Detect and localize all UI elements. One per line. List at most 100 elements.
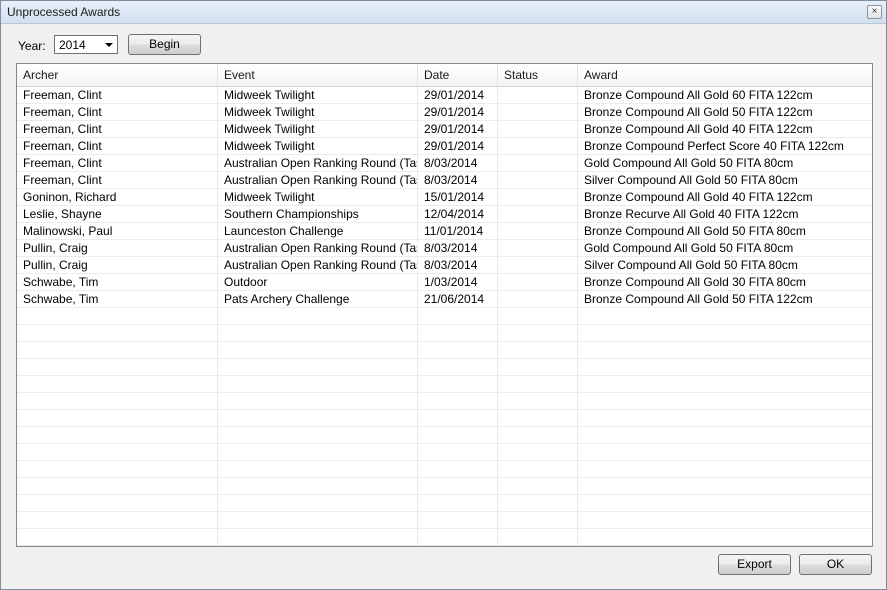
cell-archer: Freeman, Clint: [17, 121, 218, 137]
table-row[interactable]: Freeman, Clint Midweek Twilight 29/01/2014…: [17, 121, 872, 138]
cell-event: [218, 461, 418, 477]
table-row[interactable]: Freeman, Clint Australian Open Ranking Ro…: [17, 172, 872, 189]
cell-date: [418, 427, 498, 443]
cell-event: Outdoor: [218, 274, 418, 290]
column-header-archer[interactable]: Archer: [17, 64, 218, 86]
table-row[interactable]: Freeman, Clint Midweek Twilight 29/01/2014…: [17, 104, 872, 121]
close-icon[interactable]: ×: [867, 5, 882, 19]
table-row[interactable]: Leslie, Shayne Southern Championships 12/0…: [17, 206, 872, 223]
table-row[interactable]: [17, 393, 872, 410]
cell-date: 8/03/2014: [418, 172, 498, 188]
cell-status: [498, 376, 578, 392]
table-row[interactable]: [17, 495, 872, 512]
cell-award: Bronze Recurve All Gold 40 FITA 122cm: [584, 207, 799, 221]
cell-date: [418, 359, 498, 375]
column-header-date[interactable]: Date: [418, 64, 498, 86]
table-row[interactable]: [17, 342, 872, 359]
cell-event: Midweek Twilight: [218, 138, 418, 154]
cell-date: 8/03/2014: [418, 240, 498, 256]
cell-award: [578, 529, 872, 545]
cell-event: [218, 359, 418, 375]
cell-award: [578, 342, 872, 358]
cell-event: Midweek Twilight: [218, 189, 418, 205]
table-row[interactable]: Pullin, Craig Australian Open Ranking Rou…: [17, 257, 872, 274]
cell-archer: [17, 427, 218, 443]
cell-status: [498, 478, 578, 494]
table-row[interactable]: [17, 376, 872, 393]
cell-award: Bronze Compound All Gold 40 FITA 122cm: [584, 122, 813, 136]
table-row[interactable]: Schwabe, Tim Pats Archery Challenge 21/06/…: [17, 291, 872, 308]
cell-event: Midweek Twilight: [218, 87, 418, 103]
table-row[interactable]: [17, 410, 872, 427]
cell-date: 11/01/2014: [418, 223, 498, 239]
cell-date: 21/06/2014: [418, 291, 498, 307]
chevron-down-icon[interactable]: [105, 43, 113, 47]
column-header-event[interactable]: Event: [218, 64, 418, 86]
cell-archer: Freeman, Clint: [17, 138, 218, 154]
table-row[interactable]: [17, 529, 872, 546]
cell-event: Pats Archery Challenge: [218, 291, 418, 307]
cell-archer: Pullin, Craig: [17, 240, 218, 256]
cell-archer: Leslie, Shayne: [17, 206, 218, 222]
begin-button[interactable]: Begin: [128, 34, 201, 55]
table-row[interactable]: Freeman, Clint Australian Open Ranking Ro…: [17, 155, 872, 172]
cell-date: [418, 461, 498, 477]
cell-status: [498, 138, 578, 154]
export-button[interactable]: Export: [718, 554, 791, 575]
cell-event: [218, 444, 418, 460]
ok-button[interactable]: OK: [799, 554, 872, 575]
cell-archer: [17, 325, 218, 341]
cell-award: [578, 512, 872, 528]
cell-event: Australian Open Ranking Round (Tas...: [218, 155, 418, 171]
cell-event: Midweek Twilight: [218, 104, 418, 120]
table-row[interactable]: [17, 461, 872, 478]
cell-archer: Freeman, Clint: [17, 155, 218, 171]
table-row[interactable]: Schwabe, Tim Outdoor 1/03/2014 Bronze Compo…: [17, 274, 872, 291]
table-row[interactable]: Goninon, Richard Midweek Twilight 15/01/20…: [17, 189, 872, 206]
cell-date: [418, 512, 498, 528]
cell-date: 15/01/2014: [418, 189, 498, 205]
cell-status: [498, 410, 578, 426]
cell-date: 29/01/2014: [418, 121, 498, 137]
cell-archer: Goninon, Richard: [17, 189, 218, 205]
table-row[interactable]: [17, 359, 872, 376]
cell-archer: [17, 342, 218, 358]
cell-event: [218, 478, 418, 494]
cell-event: [218, 427, 418, 443]
cell-date: [418, 325, 498, 341]
cell-event: [218, 308, 418, 324]
cell-award: Gold Compound All Gold 50 FITA 80cm: [584, 241, 794, 255]
column-header-status[interactable]: Status: [498, 64, 578, 86]
cell-date: 1/03/2014: [418, 274, 498, 290]
table-row[interactable]: [17, 427, 872, 444]
table-row[interactable]: [17, 478, 872, 495]
title-bar[interactable]: Unprocessed Awards ×: [1, 1, 886, 24]
cell-award: Gold Compound All Gold 50 FITA 80cm: [584, 156, 794, 170]
cell-status: [498, 495, 578, 511]
year-dropdown[interactable]: 2014: [54, 35, 118, 54]
cell-award: [578, 427, 872, 443]
cell-event: [218, 512, 418, 528]
table-header: Archer Event Date Status Award: [17, 64, 872, 87]
column-header-award[interactable]: Award: [578, 64, 872, 86]
cell-award: Bronze Compound All Gold 50 FITA 80cm: [584, 224, 806, 238]
table-row[interactable]: Pullin, Craig Australian Open Ranking Rou…: [17, 240, 872, 257]
table-row[interactable]: [17, 512, 872, 529]
table-row[interactable]: [17, 325, 872, 342]
awards-table[interactable]: Archer Event Date Status Award Freeman, …: [16, 63, 873, 547]
cell-status: [498, 189, 578, 205]
cell-award: [578, 461, 872, 477]
cell-archer: [17, 410, 218, 426]
cell-archer: Freeman, Clint: [17, 87, 218, 103]
cell-event: [218, 342, 418, 358]
table-row[interactable]: Freeman, Clint Midweek Twilight 29/01/2014…: [17, 138, 872, 155]
cell-status: [498, 359, 578, 375]
unprocessed-awards-window: Unprocessed Awards × Year: 2014 Begin Ar…: [0, 0, 887, 590]
cell-date: 8/03/2014: [418, 257, 498, 273]
table-row[interactable]: Malinowski, Paul Launceston Challenge 11/0…: [17, 223, 872, 240]
table-row[interactable]: [17, 308, 872, 325]
table-row[interactable]: Freeman, Clint Midweek Twilight 29/01/2014…: [17, 87, 872, 104]
cell-status: [498, 427, 578, 443]
cell-award: [578, 495, 872, 511]
table-row[interactable]: [17, 444, 872, 461]
